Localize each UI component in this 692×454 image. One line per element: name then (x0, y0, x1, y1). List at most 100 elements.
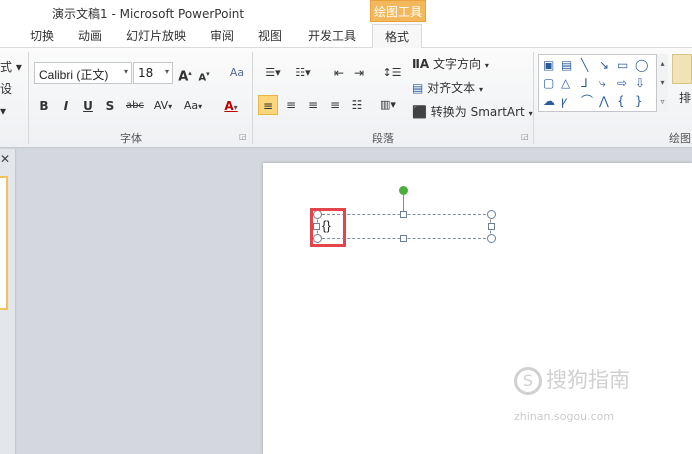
tab-view[interactable]: 视图 (258, 27, 282, 44)
window-title: 演示文稿1 - Microsoft PowerPoint (52, 7, 245, 21)
tab-animations[interactable]: 动画 (78, 27, 102, 44)
font-family-value: Calibri (正文) (39, 68, 109, 82)
rounded-rectangle-shape-icon[interactable]: ▢ (543, 76, 554, 90)
align-left-button[interactable]: ≡ (258, 95, 278, 115)
vertical-textbox-shape-icon[interactable]: ▤ (561, 58, 572, 72)
convert-smartart-label: 转换为 SmartArt (430, 105, 525, 119)
change-case-label: Aa (183, 99, 199, 112)
elbow-connector-shape-icon[interactable]: ⅃ (581, 76, 588, 90)
font-color-button[interactable]: A▾ (218, 96, 244, 116)
tab-slideshow[interactable]: 幻灯片放映 (126, 27, 186, 44)
ribbon-tabs: 切换 动画 幻灯片放映 审阅 视图 开发工具 格式 (0, 24, 692, 49)
caret-shape-icon[interactable]: ⋀ (599, 94, 609, 108)
font-size-select[interactable]: 18 ▾ (133, 62, 173, 84)
group-separator (28, 52, 29, 144)
align-text-button[interactable]: ▤ 对齐文本 ▾ (412, 78, 483, 98)
group-separator (533, 52, 534, 144)
right-brace-shape-icon[interactable]: } (635, 94, 643, 108)
ribbon: Calibri (正文) ▾ 18 ▾ A▴ A▾ Aa B I U S abc… (0, 48, 692, 148)
slide-canvas[interactable] (263, 163, 692, 454)
scribble-shape-icon[interactable]: ꝩ (561, 94, 567, 108)
drawing-group-label: 绘图 (669, 132, 691, 145)
text-direction-button[interactable]: ⅡA 文字方向 ▾ (412, 54, 489, 74)
rectangle-shape-icon[interactable]: ▭ (617, 58, 628, 72)
convert-smartart-button[interactable]: ⬛ 转换为 SmartArt ▾ (412, 102, 533, 122)
italic-button[interactable]: I (58, 96, 74, 116)
align-text-label: 对齐文本 (427, 81, 476, 95)
line-spacing-button[interactable]: ↕☰ (380, 63, 404, 83)
change-case-button[interactable]: Aa▾ (180, 96, 206, 116)
text-direction-label: 文字方向 (433, 57, 482, 71)
layout-partial[interactable]: 式 ▾ (0, 56, 22, 78)
section-partial[interactable]: ▾ (0, 100, 22, 122)
right-arrow-shape-icon[interactable]: ⇨ (617, 76, 627, 90)
paragraph-dialog-launcher-icon[interactable]: ◲ (521, 132, 529, 141)
tab-transitions[interactable]: 切换 (30, 27, 54, 44)
strikethrough-button[interactable]: abc (124, 96, 146, 116)
shapes-gallery[interactable]: ▣ ▤ ╲ ↘ ▭ ◯ ▢ △ ⅃ ⤷ ⇨ ⇩ ☁ ꝩ ⌒ ⋀ { } (538, 54, 668, 112)
triangle-shape-icon[interactable]: △ (561, 76, 570, 90)
resize-handle-bottom-right[interactable] (487, 234, 496, 243)
bold-button[interactable]: B (36, 96, 52, 116)
resize-handle-top[interactable] (400, 211, 407, 218)
character-spacing-label: AV (153, 99, 169, 112)
rotate-handle[interactable] (399, 186, 408, 195)
arc-shape-icon[interactable]: ⌒ (581, 94, 593, 108)
align-center-button[interactable]: ≡ (282, 95, 300, 115)
arrange-button-partial[interactable]: 排 (678, 88, 692, 108)
sogou-logo-icon: S (514, 367, 542, 395)
elbow-arrow-shape-icon[interactable]: ⤷ (599, 76, 606, 90)
annotation-highlight-box (310, 208, 346, 247)
underline-button[interactable]: U (80, 96, 96, 116)
paragraph-group-label: 段落 (372, 132, 394, 145)
left-brace-shape-icon[interactable]: { (617, 94, 625, 108)
title-bar: 演示文稿1 - Microsoft PowerPoint 绘图工具 (0, 0, 692, 24)
text-shadow-button[interactable]: S (102, 96, 118, 116)
resize-handle-bottom[interactable] (400, 235, 407, 242)
font-family-select[interactable]: Calibri (正文) ▾ (34, 62, 132, 84)
decrease-indent-icon[interactable]: ⇤ (330, 63, 348, 83)
tab-review[interactable]: 审阅 (210, 27, 234, 44)
bullets-button[interactable]: ☰▾ (260, 63, 286, 83)
resize-handle-top-right[interactable] (487, 210, 496, 219)
arrow-line-shape-icon[interactable]: ↘ (599, 58, 609, 72)
close-icon[interactable]: ✕ (0, 152, 10, 166)
tab-developer[interactable]: 开发工具 (308, 27, 356, 44)
font-dialog-launcher-icon[interactable]: ◲ (239, 132, 247, 141)
character-spacing-button[interactable]: AV▾ (150, 96, 176, 116)
grow-font-button[interactable]: A▴ (176, 63, 194, 84)
smartart-icon: ⬛ (412, 105, 427, 119)
drawing-tools-context-header: 绘图工具 (370, 0, 426, 22)
gallery-more-icon[interactable]: ▿ (657, 92, 668, 111)
freeform-shape-icon[interactable]: ☁ (543, 94, 555, 108)
chevron-down-icon: ▾ (164, 67, 169, 76)
shrink-font-button[interactable]: A▾ (196, 64, 212, 84)
shape-styles-preview[interactable] (672, 54, 692, 84)
align-text-icon: ▤ (412, 81, 424, 95)
reset-partial[interactable]: 设 (0, 78, 22, 100)
shrink-font-label: A (198, 72, 207, 84)
font-size-value: 18 (138, 66, 154, 80)
distributed-button[interactable]: ☷ (348, 95, 366, 115)
text-direction-icon: ⅡA (412, 57, 430, 71)
line-shape-icon[interactable]: ╲ (581, 58, 588, 72)
tab-format[interactable]: 格式 (372, 24, 423, 49)
increase-indent-icon[interactable]: ⇥ (350, 63, 368, 83)
columns-button[interactable]: ▥▾ (376, 95, 400, 115)
watermark-text: 搜狗指南 (546, 368, 630, 392)
slide-thumbnail[interactable] (0, 176, 8, 310)
justify-button[interactable]: ≡ (326, 95, 344, 115)
oval-shape-icon[interactable]: ◯ (635, 58, 648, 72)
gallery-scrollbar[interactable]: ▴ ▾ ▿ (656, 54, 668, 112)
group-separator (252, 52, 253, 144)
resize-handle-right[interactable] (488, 223, 495, 230)
align-right-button[interactable]: ≡ (304, 95, 322, 115)
numbering-button[interactable]: ☷▾ (290, 63, 316, 83)
textbox-shape-icon[interactable]: ▣ (543, 58, 554, 72)
scroll-down-icon[interactable]: ▾ (657, 73, 668, 92)
clear-formatting-button[interactable]: Aa (226, 63, 248, 83)
partial-left-controls: 式 ▾ 设 ▾ (0, 56, 22, 122)
watermark-url: zhinan.sogou.com (514, 410, 615, 423)
down-arrow-shape-icon[interactable]: ⇩ (635, 76, 645, 90)
scroll-up-icon[interactable]: ▴ (657, 54, 668, 73)
